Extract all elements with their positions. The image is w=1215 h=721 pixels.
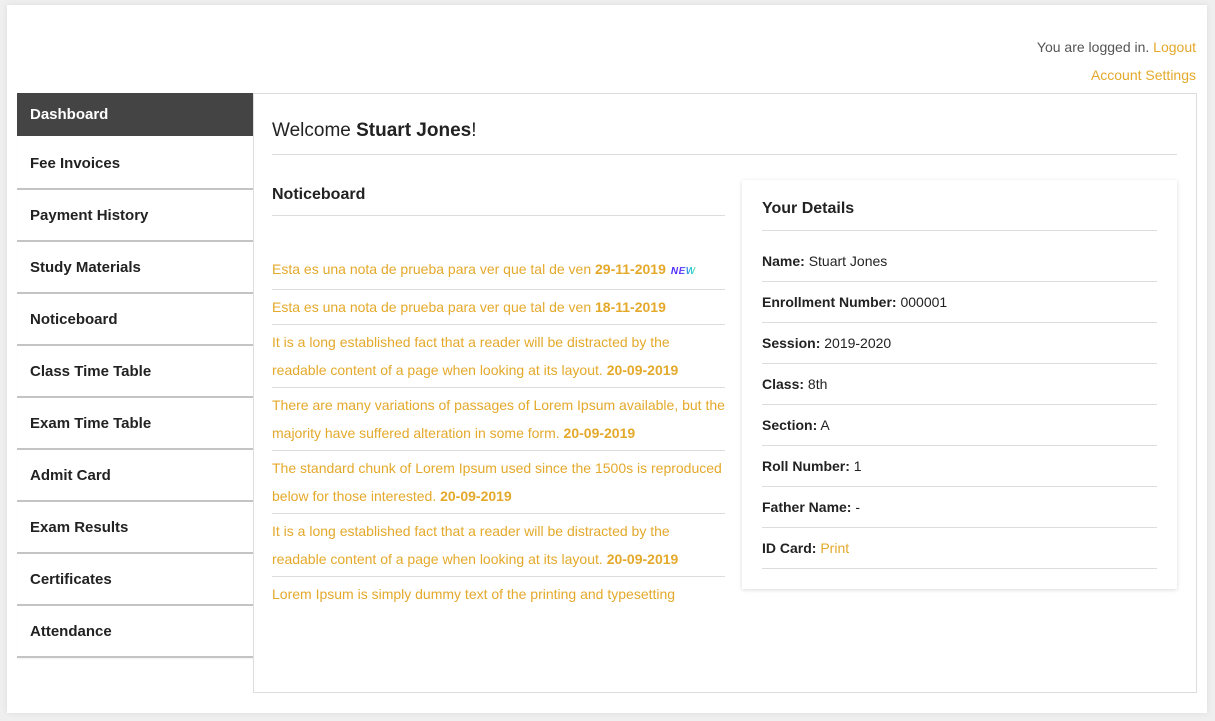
sidebar-item-admit-card[interactable]: Admit Card: [17, 450, 253, 502]
detail-roll-number: Roll Number: 1: [762, 446, 1157, 487]
detail-class: Class: 8th: [762, 364, 1157, 405]
detail-value: -: [855, 499, 861, 515]
notice-text: Lorem Ipsum is simply dummy text of the …: [272, 586, 676, 602]
details-list: Name: Stuart Jones Enrollment Number: 00…: [762, 241, 1157, 569]
notice-item[interactable]: There are many variations of passages of…: [272, 388, 725, 451]
notice-item[interactable]: Esta es una nota de prueba para ver que …: [272, 252, 725, 290]
detail-value: 2019-2020: [824, 335, 892, 351]
notice-item[interactable]: It is a long established fact that a rea…: [272, 325, 725, 388]
detail-value: A: [820, 417, 830, 433]
detail-value: 000001: [900, 294, 948, 310]
detail-name: Name: Stuart Jones: [762, 241, 1157, 282]
notice-item[interactable]: Esta es una nota de prueba para ver que …: [272, 290, 725, 325]
notice-date: 18-11-2019: [595, 299, 666, 315]
notice-date: 20-09-2019: [606, 362, 679, 378]
detail-value: Stuart Jones: [808, 253, 888, 269]
logged-in-text: You are logged in.: [1036, 39, 1150, 55]
detail-value: 1: [853, 458, 862, 474]
user-bar: You are logged in. Logout Account Settin…: [1037, 33, 1196, 89]
notice-list: Esta es una nota de prueba para ver que …: [272, 252, 725, 611]
sidebar-item-dashboard[interactable]: Dashboard: [17, 93, 253, 138]
noticeboard-section: Noticeboard Esta es una nota de prueba p…: [272, 186, 725, 611]
detail-id-card: ID Card: Print: [762, 528, 1157, 569]
notice-date: 29-11-2019: [595, 261, 666, 277]
sidebar-item-certificates[interactable]: Certificates: [17, 554, 253, 606]
notice-date: 20-09-2019: [563, 425, 636, 441]
detail-label: Roll Number:: [762, 458, 850, 474]
detail-label: Enrollment Number:: [762, 294, 897, 310]
notice-text: Esta es una nota de prueba para ver que …: [272, 261, 596, 277]
sidebar-item-class-time-table[interactable]: Class Time Table: [17, 346, 253, 398]
sidebar-item-exam-time-table[interactable]: Exam Time Table: [17, 398, 253, 450]
your-details-card: Your Details Name: Stuart Jones Enrollme…: [742, 180, 1177, 589]
notice-date: 20-09-2019: [606, 551, 679, 567]
sidebar-nav: Dashboard Fee Invoices Payment History S…: [17, 93, 253, 658]
logout-link[interactable]: Logout: [1153, 39, 1196, 55]
sidebar-item-exam-results[interactable]: Exam Results: [17, 502, 253, 554]
detail-section: Section: A: [762, 405, 1157, 446]
welcome-prefix: Welcome: [272, 120, 357, 141]
print-id-card-link[interactable]: Print: [820, 540, 849, 556]
detail-label: Class:: [762, 376, 805, 392]
detail-label: Father Name:: [762, 499, 852, 515]
welcome-user-name: Stuart Jones: [356, 120, 472, 141]
noticeboard-title: Noticeboard: [272, 186, 725, 216]
notice-date: 20-09-2019: [440, 488, 512, 504]
main-content: Welcome Stuart Jones! Noticeboard Esta e…: [253, 93, 1197, 693]
detail-value: 8th: [807, 376, 828, 392]
sidebar-item-study-materials[interactable]: Study Materials: [17, 242, 253, 294]
sidebar-item-noticeboard[interactable]: Noticeboard: [17, 294, 253, 346]
notice-item[interactable]: It is a long established fact that a rea…: [272, 514, 725, 577]
welcome-suffix: !: [471, 120, 477, 141]
detail-father-name: Father Name: -: [762, 487, 1157, 528]
notice-item[interactable]: Lorem Ipsum is simply dummy text of the …: [272, 577, 725, 611]
new-badge-icon: NEW: [671, 258, 696, 286]
details-title: Your Details: [762, 200, 1157, 231]
notice-item[interactable]: The standard chunk of Lorem Ipsum used s…: [272, 451, 725, 514]
detail-session: Session: 2019-2020: [762, 323, 1157, 364]
detail-label: Section:: [762, 417, 818, 433]
welcome-heading: Welcome Stuart Jones!: [272, 120, 1177, 155]
sidebar-item-fee-invoices[interactable]: Fee Invoices: [17, 138, 253, 190]
login-status-line: You are logged in. Logout: [1037, 33, 1196, 61]
detail-label: Name:: [762, 253, 805, 269]
page-frame: You are logged in. Logout Account Settin…: [7, 5, 1207, 713]
notice-text: Esta es una nota de prueba para ver que …: [272, 299, 596, 315]
sidebar-item-attendance[interactable]: Attendance: [17, 606, 253, 658]
detail-enrollment-number: Enrollment Number: 000001: [762, 282, 1157, 323]
detail-label: ID Card:: [762, 540, 817, 556]
detail-label: Session:: [762, 335, 821, 351]
notice-text: There are many variations of passages of…: [272, 397, 725, 441]
account-settings-link[interactable]: Account Settings: [1091, 67, 1196, 83]
sidebar-item-payment-history[interactable]: Payment History: [17, 190, 253, 242]
